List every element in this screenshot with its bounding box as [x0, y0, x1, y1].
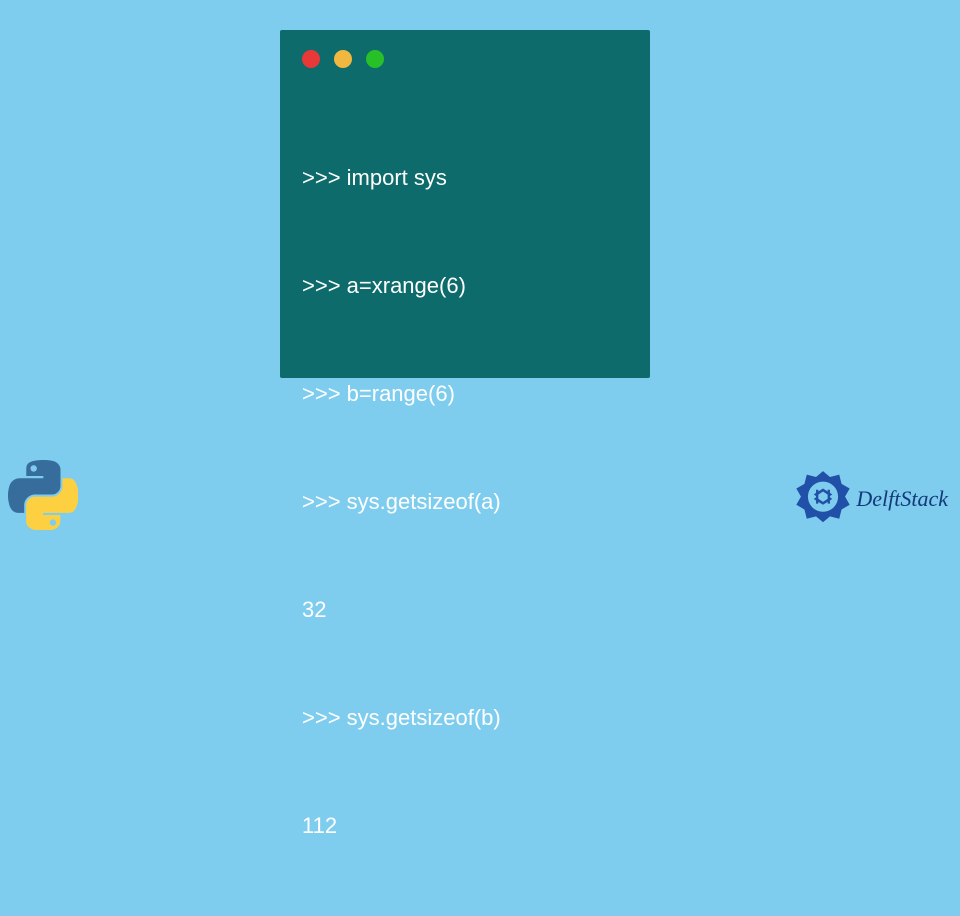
code-line: >>> import sys — [302, 160, 628, 196]
window-controls — [302, 50, 384, 68]
code-line: 32 — [302, 592, 628, 628]
maximize-icon — [366, 50, 384, 68]
code-line: >>> a=xrange(6) — [302, 268, 628, 304]
delftstack-logo: DelftStack — [794, 470, 948, 528]
code-line: 112 — [302, 808, 628, 844]
terminal-code: >>> import sys >>> a=xrange(6) >>> b=ran… — [302, 88, 628, 916]
code-line: >>> sys.getsizeof(b) — [302, 700, 628, 736]
delftstack-badge-icon — [794, 470, 852, 528]
terminal-window: >>> import sys >>> a=xrange(6) >>> b=ran… — [280, 30, 650, 378]
close-icon — [302, 50, 320, 68]
code-line: >>> b=range(6) — [302, 376, 628, 412]
python-logo-icon — [8, 460, 78, 530]
minimize-icon — [334, 50, 352, 68]
code-line: >>> sys.getsizeof(a) — [302, 484, 628, 520]
delftstack-name: DelftStack — [856, 486, 948, 512]
